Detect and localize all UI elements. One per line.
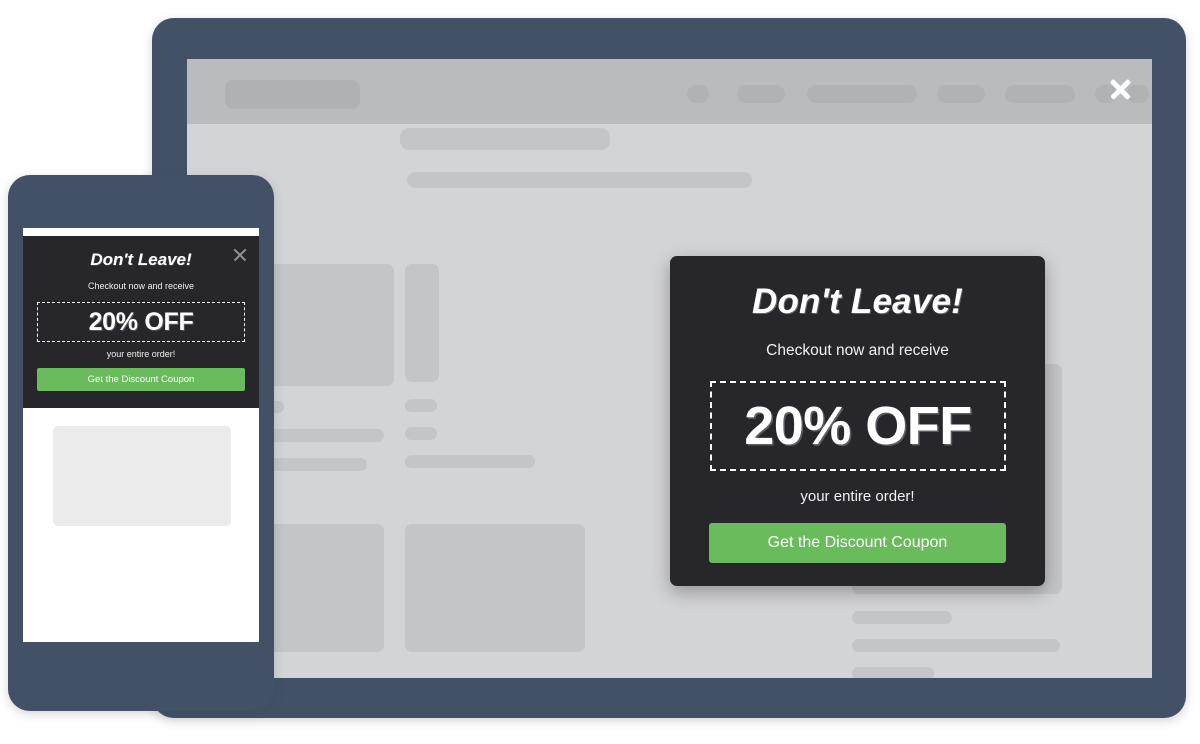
text-placeholder bbox=[405, 399, 437, 412]
text-placeholder bbox=[407, 172, 752, 188]
desktop-screen: Don't Leave! Checkout now and receive 20… bbox=[187, 59, 1152, 678]
text-placeholder bbox=[852, 639, 1060, 652]
desktop-device-frame: Don't Leave! Checkout now and receive 20… bbox=[152, 18, 1186, 718]
mobile-modal-subtitle: Checkout now and receive bbox=[87, 281, 195, 291]
nav-link-placeholder[interactable] bbox=[687, 85, 709, 103]
get-discount-coupon-button[interactable]: Get the Discount Coupon bbox=[709, 523, 1006, 563]
exit-intent-modal: Don't Leave! Checkout now and receive 20… bbox=[670, 256, 1045, 586]
text-placeholder bbox=[405, 427, 437, 440]
image-placeholder bbox=[53, 426, 231, 526]
site-navigation-bar bbox=[187, 59, 1152, 124]
text-placeholder bbox=[852, 667, 934, 678]
modal-footnote: your entire order! bbox=[800, 488, 915, 505]
nav-link-placeholder[interactable] bbox=[937, 85, 985, 103]
mobile-get-discount-coupon-button[interactable]: Get the Discount Coupon bbox=[37, 368, 245, 391]
text-placeholder bbox=[405, 455, 535, 468]
discount-amount: 20% OFF bbox=[744, 396, 972, 456]
coupon-offer-box: 20% OFF bbox=[710, 381, 1006, 471]
close-icon[interactable] bbox=[231, 246, 249, 264]
phone-device-frame: Don't Leave! Checkout now and receive 20… bbox=[8, 175, 274, 711]
image-placeholder bbox=[405, 264, 439, 382]
nav-link-placeholder[interactable] bbox=[807, 85, 917, 103]
text-placeholder bbox=[400, 128, 610, 150]
modal-title: Don't Leave! bbox=[751, 282, 964, 321]
mobile-coupon-offer-box: 20% OFF bbox=[37, 302, 245, 342]
nav-link-placeholder[interactable] bbox=[1005, 85, 1075, 103]
mobile-modal-footnote: your entire order! bbox=[106, 349, 176, 359]
image-placeholder bbox=[405, 524, 585, 652]
mobile-discount-amount: 20% OFF bbox=[88, 307, 194, 336]
modal-subtitle: Checkout now and receive bbox=[766, 342, 949, 359]
promo-popup-mockup: Don't Leave! Checkout now and receive 20… bbox=[0, 0, 1200, 744]
nav-link-placeholder[interactable] bbox=[737, 85, 785, 103]
mobile-modal-title: Don't Leave! bbox=[90, 250, 192, 269]
close-icon[interactable] bbox=[1103, 72, 1137, 106]
site-logo-placeholder bbox=[225, 80, 360, 109]
mobile-exit-intent-modal: Don't Leave! Checkout now and receive 20… bbox=[23, 236, 259, 408]
text-placeholder bbox=[852, 611, 952, 624]
